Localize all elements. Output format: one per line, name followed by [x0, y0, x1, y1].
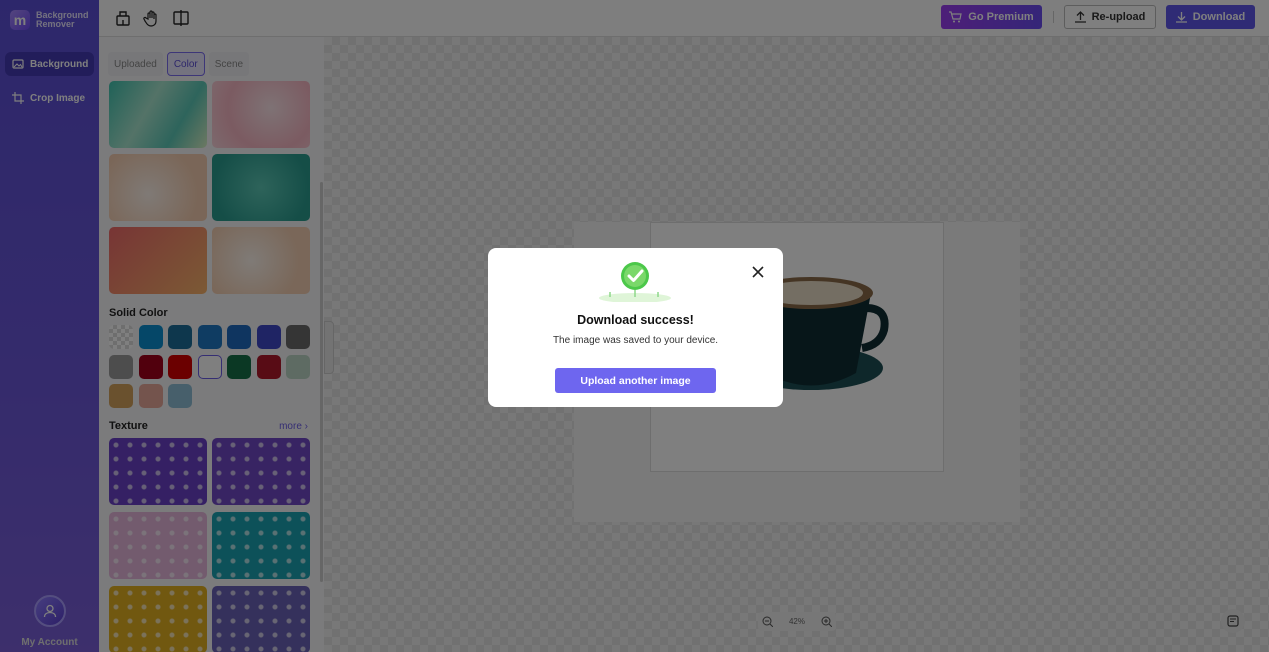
close-icon[interactable] — [751, 265, 765, 279]
app-root: m BackgroundRemover Background Crop Imag… — [0, 0, 1269, 652]
success-check-icon — [599, 262, 671, 302]
upload-another-image-button[interactable]: Upload another image — [555, 368, 716, 393]
download-success-dialog: Download success! The image was saved to… — [488, 248, 783, 407]
dialog-message: The image was saved to your device. — [552, 335, 719, 346]
dialog-title: Download success! — [577, 313, 694, 327]
